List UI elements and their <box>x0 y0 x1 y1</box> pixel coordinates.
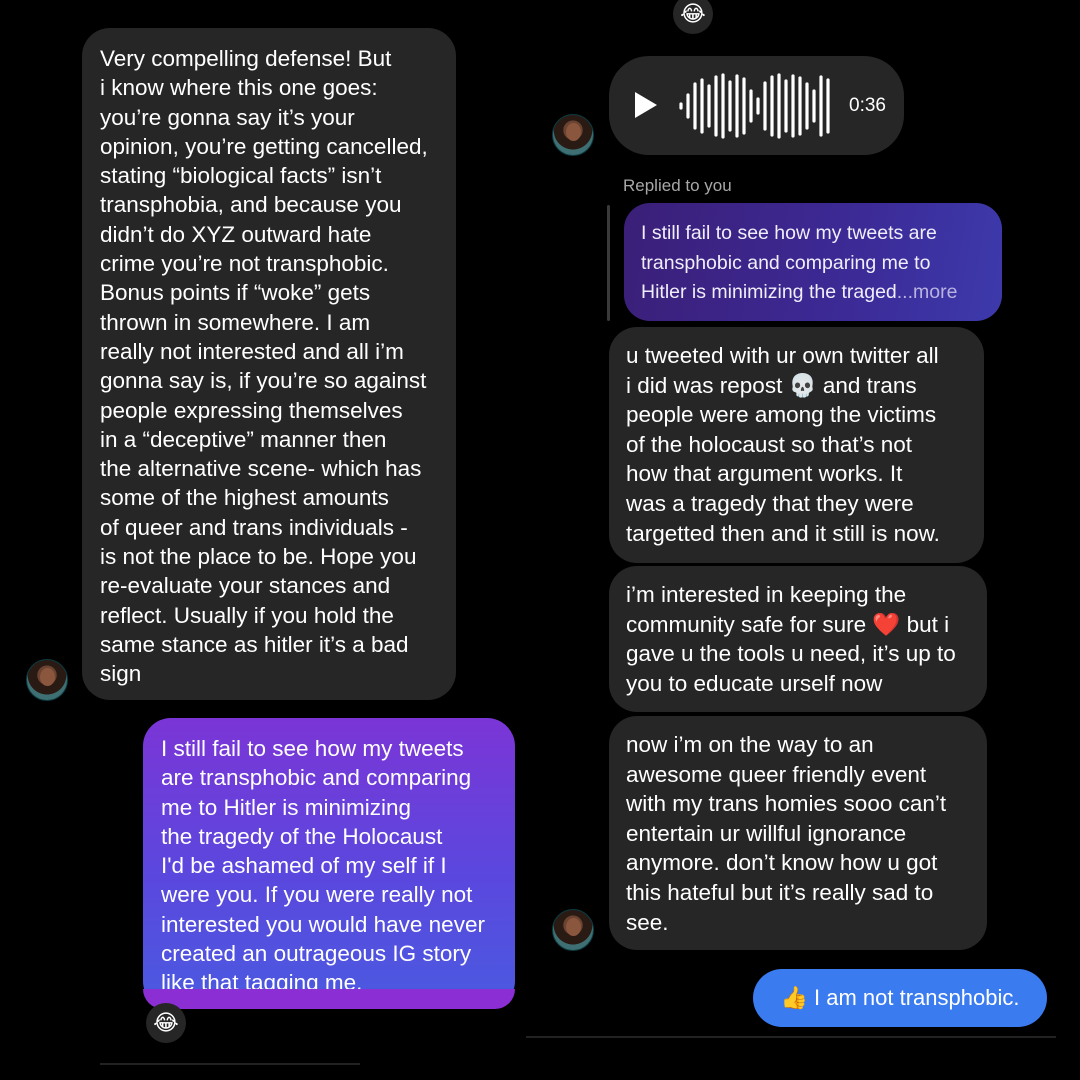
incoming-message-text: now i’m on the way to an awesome queer f… <box>626 732 947 935</box>
incoming-message-bubble[interactable]: Very compelling defense! But i know wher… <box>82 28 456 700</box>
outgoing-message-text: 👍 I am not transphobic. <box>780 985 1020 1010</box>
waveform-icon[interactable] <box>677 71 837 141</box>
incoming-message-bubble[interactable]: u tweeted with ur own twitter all i did … <box>609 327 984 563</box>
laughing-emoji-icon[interactable]: 😂 <box>673 0 713 34</box>
quoted-message-text: I still fail to see how my tweets are tr… <box>641 222 937 303</box>
outgoing-message-bubble[interactable]: 👍 I am not transphobic. <box>753 969 1047 1027</box>
voice-duration: 0:36 <box>849 95 886 116</box>
quoted-message-bubble[interactable]: I still fail to see how my tweets are tr… <box>624 203 1002 321</box>
replied-label: Replied to you <box>623 176 732 195</box>
sender-avatar[interactable] <box>552 909 594 951</box>
outgoing-message-text: I still fail to see how my tweets are tr… <box>161 736 485 996</box>
bubble-accent-strip <box>143 989 515 1009</box>
reply-indicator-line <box>607 205 610 321</box>
voice-message-bubble[interactable]: 0:36 <box>609 56 904 155</box>
outgoing-message-bubble[interactable]: I still fail to see how my tweets are tr… <box>143 718 515 1009</box>
right-divider <box>526 1036 1056 1038</box>
left-divider <box>100 1063 360 1065</box>
incoming-message-bubble[interactable]: i’m interested in keeping the community … <box>609 566 987 712</box>
sender-avatar[interactable] <box>26 659 68 701</box>
incoming-message-text: Very compelling defense! But i know wher… <box>100 46 428 687</box>
incoming-message-bubble[interactable]: now i’m on the way to an awesome queer f… <box>609 716 987 950</box>
play-icon[interactable] <box>633 90 659 120</box>
see-more-link[interactable]: ...more <box>897 281 958 303</box>
incoming-message-text: u tweeted with ur own twitter all i did … <box>626 343 940 546</box>
incoming-message-text: i’m interested in keeping the community … <box>626 582 956 696</box>
sender-avatar[interactable] <box>552 114 594 156</box>
laughing-emoji-icon[interactable]: 😂 <box>146 1003 186 1043</box>
